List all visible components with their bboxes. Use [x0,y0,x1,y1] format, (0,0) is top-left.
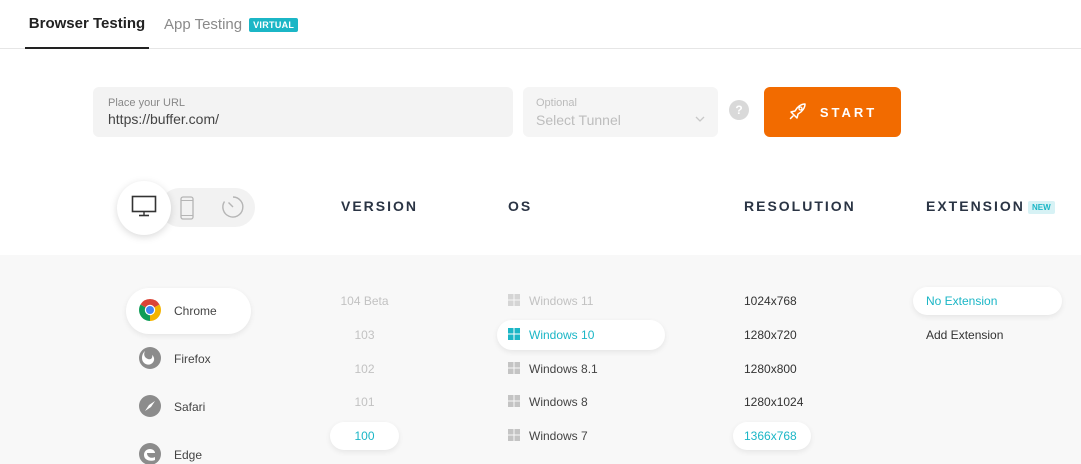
version-item[interactable]: 103 [330,321,399,349]
os-item-windows-7[interactable]: Windows 7 [497,421,665,451]
tab-browser-testing-label: Browser Testing [28,15,146,32]
resolution-item[interactable]: 1024x768 [733,287,811,315]
os-item-windows-10[interactable]: Windows 10 [497,320,665,350]
tab-app-testing-label: App Testing [164,16,243,33]
new-badge: NEW [1028,201,1055,214]
start-button-label: START [819,104,878,120]
device-desktop-button[interactable] [117,181,171,235]
top-tabs: Browser Testing App Testing VIRTUAL [0,0,1081,49]
windows-icon [508,428,520,444]
version-item[interactable]: 104 Beta [330,287,399,315]
browser-label-safari: Safari [174,400,206,414]
extension-item-add[interactable]: Add Extension [913,321,1062,349]
chrome-icon [138,298,162,325]
firefox-icon [138,346,162,373]
os-label: Windows 10 [529,328,595,342]
browser-item-firefox[interactable]: Firefox [126,336,251,382]
version-header: VERSION [341,198,419,214]
browser-item-chrome[interactable]: Chrome [126,288,251,334]
virtual-badge: VIRTUAL [249,17,299,32]
url-input[interactable] [108,111,498,127]
tab-app-testing[interactable]: App Testing VIRTUAL [164,0,299,49]
resolution-header: RESOLUTION [744,198,856,214]
browser-item-safari[interactable]: Safari [126,384,251,430]
url-field[interactable]: Place your URL [93,87,513,137]
device-mobile-button[interactable] [180,196,194,225]
browser-item-edge[interactable]: Edge [126,432,251,464]
tunnel-selected-value: Select Tunnel [536,112,621,128]
edge-icon [138,442,162,464]
windows-icon [508,394,520,410]
start-button[interactable]: START [764,87,901,137]
version-item[interactable]: 101 [330,388,399,416]
rocket-icon [788,101,808,124]
windows-icon [508,361,520,377]
tunnel-field-label: Optional [536,97,577,109]
os-item-windows-8[interactable]: Windows 8 [497,387,665,417]
help-icon[interactable]: ? [729,100,749,120]
tab-browser-testing[interactable]: Browser Testing [25,0,149,49]
windows-icon [508,327,520,343]
safari-icon [138,394,162,421]
os-header: OS [508,198,533,214]
windows-icon [508,293,520,309]
os-label: Windows 11 [529,294,594,308]
resolution-item[interactable]: 1280x1024 [733,388,811,416]
desktop-icon [131,195,157,222]
os-item-windows-8-1[interactable]: Windows 8.1 [497,354,665,384]
os-item-windows-11[interactable]: Windows 11 [497,286,665,316]
os-label: Windows 8 [529,395,588,409]
resolution-item[interactable]: 1280x800 [733,355,811,383]
browser-label-firefox: Firefox [174,352,211,366]
timer-icon [221,196,245,223]
version-item[interactable]: 102 [330,355,399,383]
version-item-selected[interactable]: 100 [330,422,399,450]
extension-item-none[interactable]: No Extension [913,287,1062,315]
extension-header: EXTENSION [926,198,1025,214]
device-realtime-button[interactable] [221,195,245,224]
url-field-label: Place your URL [108,97,186,109]
browser-label-chrome: Chrome [174,304,217,318]
mobile-icon [180,196,194,224]
resolution-item-selected[interactable]: 1366x768 [733,422,811,450]
os-label: Windows 7 [529,429,588,443]
tunnel-select[interactable]: Optional Select Tunnel [523,87,718,137]
resolution-item[interactable]: 1280x720 [733,321,811,349]
browser-label-edge: Edge [174,448,203,462]
os-label: Windows 8.1 [529,362,598,376]
chevron-down-icon [695,109,705,127]
